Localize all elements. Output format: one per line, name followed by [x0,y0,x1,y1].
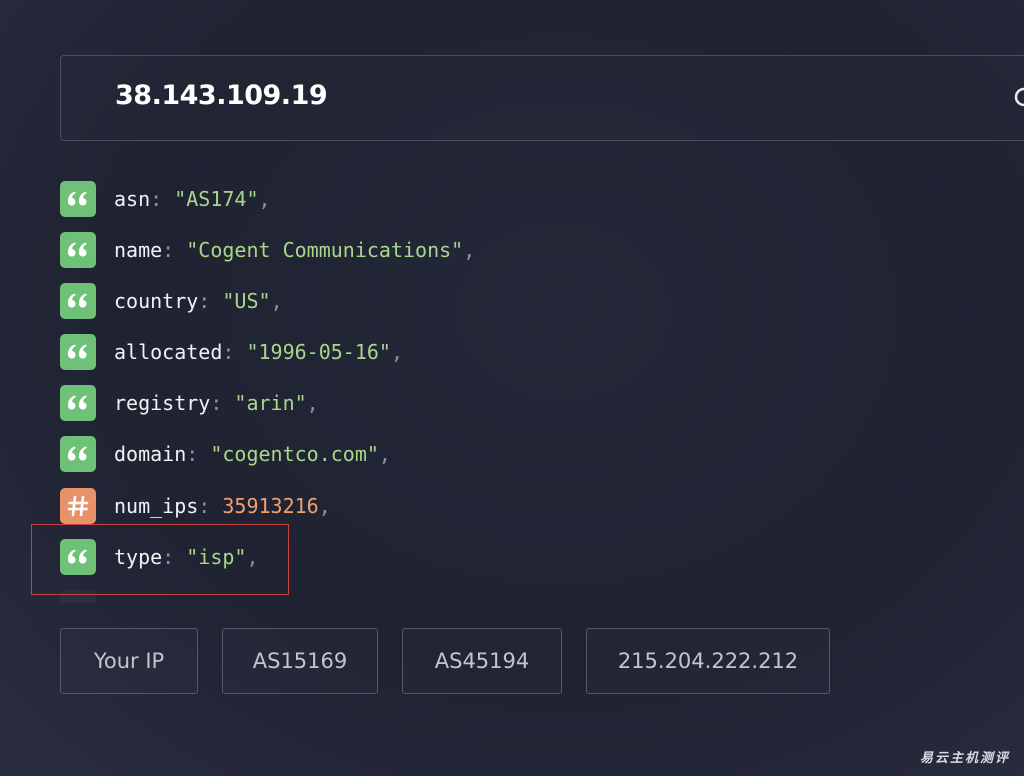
json-key: allocated [114,340,223,364]
json-value: 35913216 [222,494,319,518]
string-type-badge [60,232,96,268]
json-value: "AS174" [174,187,259,211]
json-field-domain: domain: "cogentco.com", [60,436,391,472]
json-key: registry [114,391,211,415]
json-key: country [114,289,199,313]
search-icon[interactable] [1013,86,1024,112]
string-type-badge [60,283,96,319]
annotation-highlight-box [31,524,289,595]
json-value: "cogentco.com" [210,442,379,466]
json-field-allocated: allocated: "1996-05-16", [60,334,403,370]
search-input[interactable]: 38.143.109.19 [115,80,328,111]
string-type-badge [60,436,96,472]
quote-icon [67,242,87,257]
json-key: domain [114,442,187,466]
hash-icon [67,495,89,517]
json-key: num_ips [114,494,199,518]
json-field-num-ips: num_ips: 35913216, [60,488,331,524]
quote-icon [67,446,87,461]
json-key: asn [114,187,151,211]
json-field-registry: registry: "arin", [60,385,319,421]
quick-link-your-ip[interactable]: Your IP [60,628,198,694]
json-value: "Cogent Communications" [186,238,464,262]
string-type-badge [60,181,96,217]
number-type-badge [60,488,96,524]
json-value: "1996-05-16" [246,340,391,364]
json-value: "arin" [234,391,307,415]
string-type-badge [60,385,96,421]
json-field-country: country: "US", [60,283,283,319]
watermark-text: 易云主机测评 [919,751,1010,766]
string-type-badge [60,334,96,370]
json-key: name [114,238,163,262]
search-box[interactable]: 38.143.109.19 [60,55,1024,141]
json-value: "US" [222,289,271,313]
quote-icon [67,293,87,308]
quote-icon [67,191,87,206]
quote-icon [67,344,87,359]
quick-link-as45194[interactable]: AS45194 [402,628,562,694]
json-field-asn: asn: "AS174", [60,181,271,217]
quote-icon [67,395,87,410]
json-field-name: name: "Cogent Communications", [60,232,475,268]
quick-link-215-204-222-212[interactable]: 215.204.222.212 [586,628,830,694]
quick-link-as15169[interactable]: AS15169 [222,628,378,694]
